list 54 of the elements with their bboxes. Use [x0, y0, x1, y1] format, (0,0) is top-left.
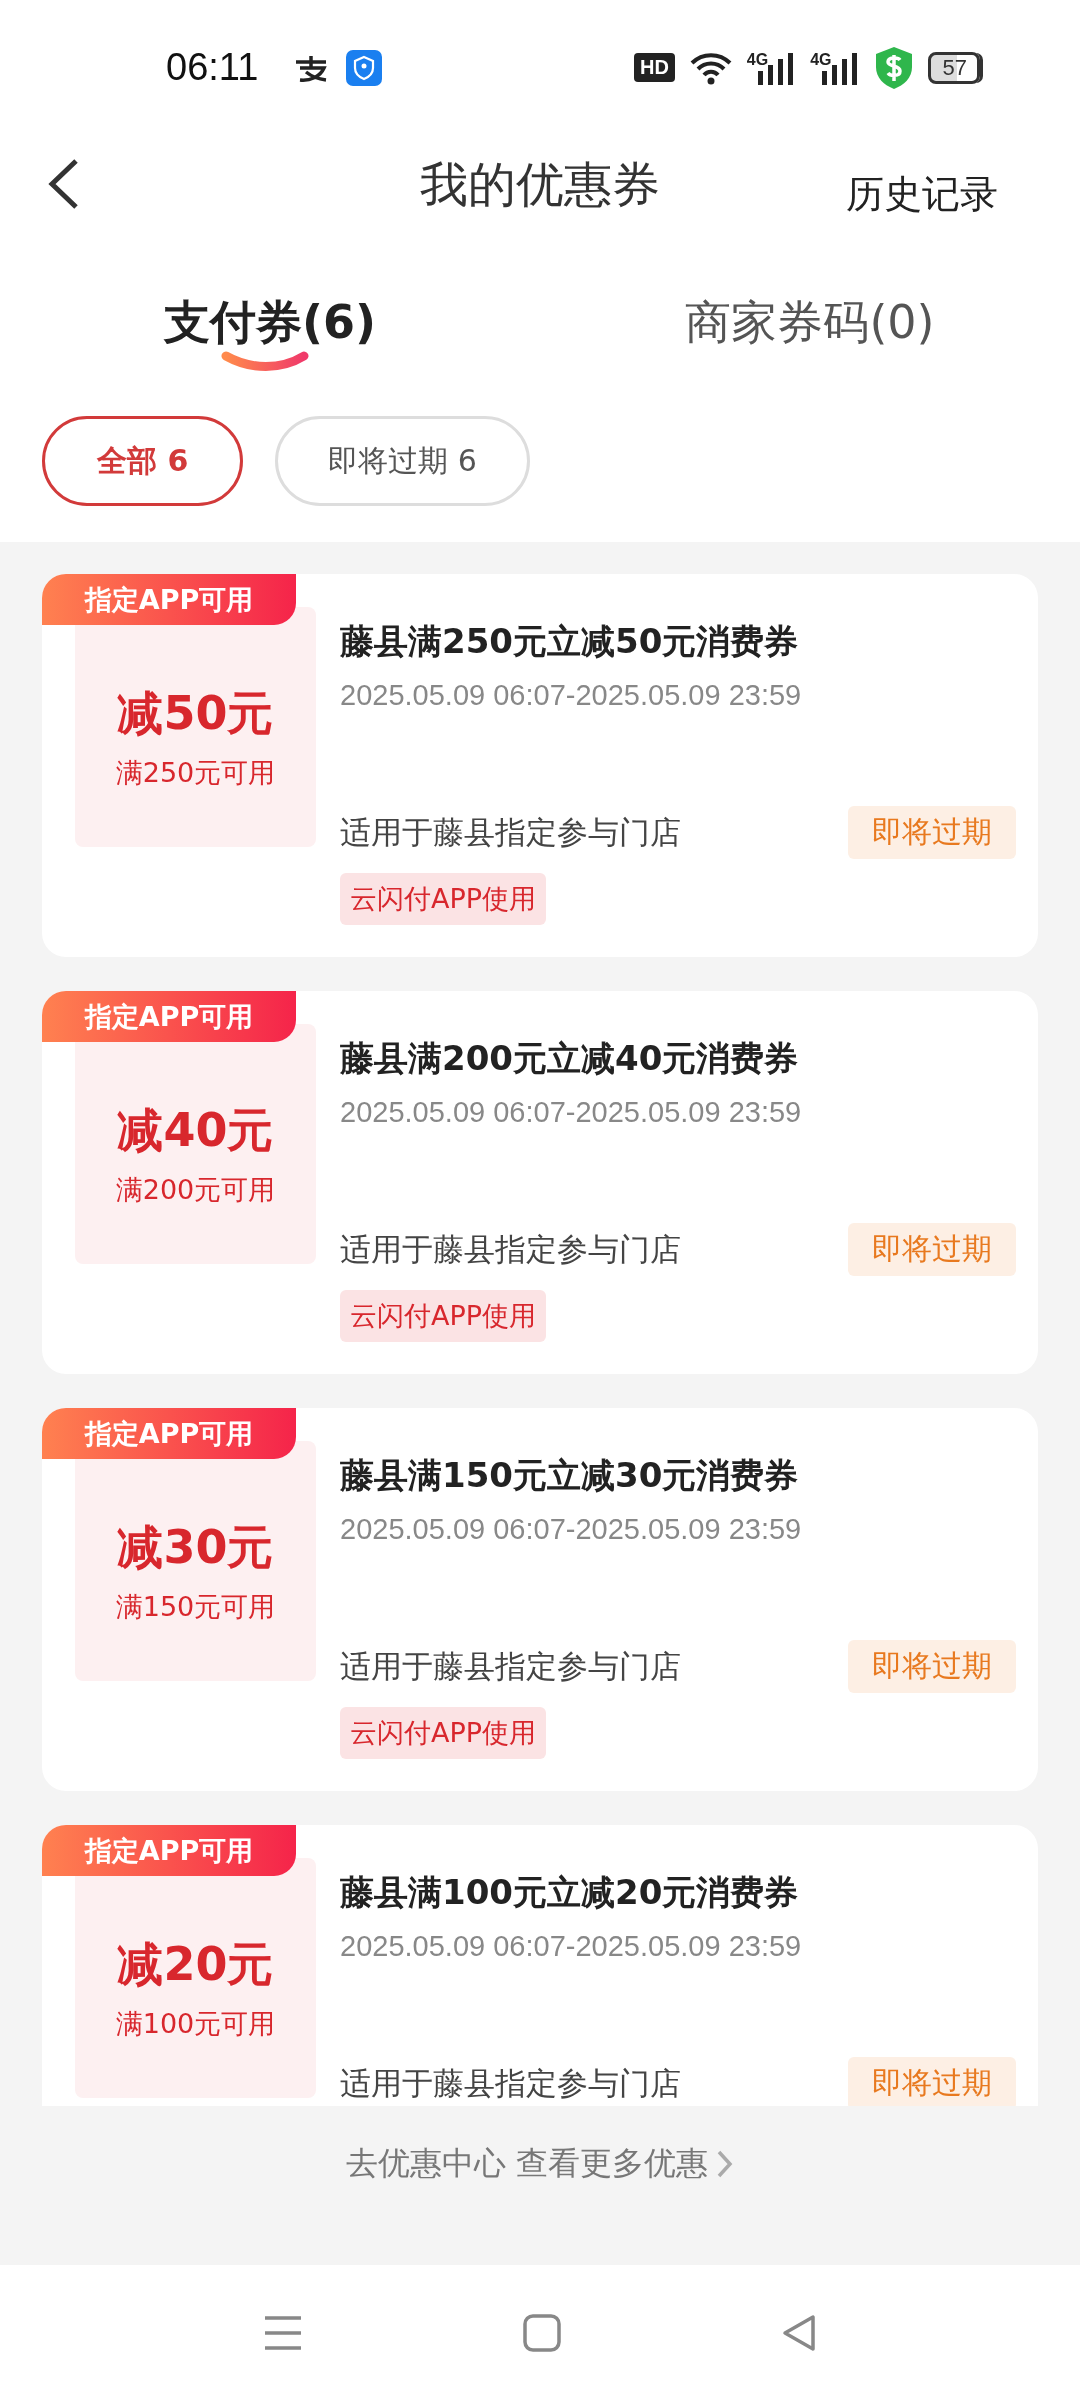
home-icon[interactable]	[523, 2313, 561, 2352]
threshold-text: 满100元可用	[115, 2007, 276, 2041]
validity-period: 2025.05.09 06:07-2025.05.09 23:59	[340, 1930, 802, 1963]
expiring-tag: 即将过期	[848, 1640, 1016, 1693]
app-ribbon: 指定APP可用	[42, 1825, 296, 1876]
coupon-card[interactable]: 指定APP可用 减30元 满150元可用 藤县满150元立减30元消费券 2025.05.09 06:07-2025.05.09 23:59 适用于藤县指定参与门店 即将过期 云闪付APP使用	[42, 1408, 1038, 1791]
more-offers-link[interactable]: 去优惠中心 查看更多优惠	[345, 2142, 735, 2186]
scope-text: 适用于藤县指定参与门店	[340, 2063, 681, 2103]
validity-period: 2025.05.09 06:07-2025.05.09 23:59	[340, 1096, 802, 1129]
tab[interactable]: 商家券码(0)	[685, 292, 935, 354]
coupon-title: 藤县满200元立减40元消费券	[340, 1037, 799, 1080]
tab[interactable]: 支付券(6)	[163, 292, 377, 354]
dollar-shield-icon	[873, 45, 914, 90]
coupon-card[interactable]: 指定APP可用 减40元 满200元可用 藤县满200元立减40元消费券 2025.05.09 06:07-2025.05.09 23:59 适用于藤县指定参与门店 即将过期 云闪付APP使用	[42, 991, 1038, 1374]
app-tag: 云闪付APP使用	[340, 1290, 547, 1342]
filter-chip[interactable]: 即将过期 6	[275, 416, 530, 506]
history-link[interactable]: 历史记录	[846, 169, 998, 220]
scope-text: 适用于藤县指定参与门店	[340, 1646, 681, 1686]
coupon-title: 藤县满250元立减50元消费券	[340, 620, 799, 663]
scope-text: 适用于藤县指定参与门店	[340, 1229, 681, 1269]
threshold-text: 满250元可用	[115, 756, 276, 790]
coupon-card[interactable]: 指定APP可用 减50元 满250元可用 藤县满250元立减50元消费券 2025.05.09 06:07-2025.05.09 23:59 适用于藤县指定参与门店 即将过期 云闪付APP使用	[42, 574, 1038, 957]
shield-app-icon	[346, 49, 383, 86]
discount-amount: 减30元	[117, 1519, 274, 1576]
app-ribbon: 指定APP可用	[42, 574, 296, 625]
chevron-right-icon	[716, 2149, 735, 2179]
validity-period: 2025.05.09 06:07-2025.05.09 23:59	[340, 1513, 802, 1546]
wifi-icon	[688, 50, 733, 85]
network-label: 4G	[746, 50, 769, 69]
menu-icon[interactable]	[263, 2314, 303, 2351]
coupon-title: 藤县满150元立减30元消费券	[340, 1454, 799, 1497]
filter-chip[interactable]: 全部 6	[42, 416, 244, 506]
scope-text: 适用于藤县指定参与门店	[340, 812, 681, 852]
page-title: 我的优惠券	[420, 155, 660, 214]
coupon-card[interactable]: 指定APP可用 减20元 满100元可用 藤县满100元立减20元消费券 2025.05.09 06:07-2025.05.09 23:59 适用于藤县指定参与门店 即将过期	[42, 1825, 1038, 2106]
discount-amount: 减20元	[117, 1936, 274, 1993]
discount-amount: 减50元	[117, 685, 274, 742]
threshold-text: 满150元可用	[115, 1590, 276, 1624]
expiring-tag: 即将过期	[848, 806, 1016, 859]
app-tag: 云闪付APP使用	[340, 1707, 547, 1759]
network-label: 4G	[810, 50, 832, 69]
expiring-tag: 即将过期	[848, 1223, 1016, 1276]
app-tag: 云闪付APP使用	[340, 873, 547, 925]
back-nav-icon[interactable]	[781, 2313, 817, 2352]
app-ribbon: 指定APP可用	[42, 1408, 296, 1459]
status-time: 06:11	[166, 46, 259, 89]
discount-amount: 减40元	[117, 1102, 274, 1159]
validity-period: 2025.05.09 06:07-2025.05.09 23:59	[340, 679, 802, 712]
threshold-text: 满200元可用	[115, 1173, 276, 1207]
expiring-tag: 即将过期	[848, 2057, 1016, 2106]
app-ribbon: 指定APP可用	[42, 991, 296, 1042]
battery-level: 57	[927, 51, 980, 84]
hd-badge: HD	[633, 53, 675, 82]
coupon-title: 藤县满100元立减20元消费券	[340, 1871, 799, 1914]
